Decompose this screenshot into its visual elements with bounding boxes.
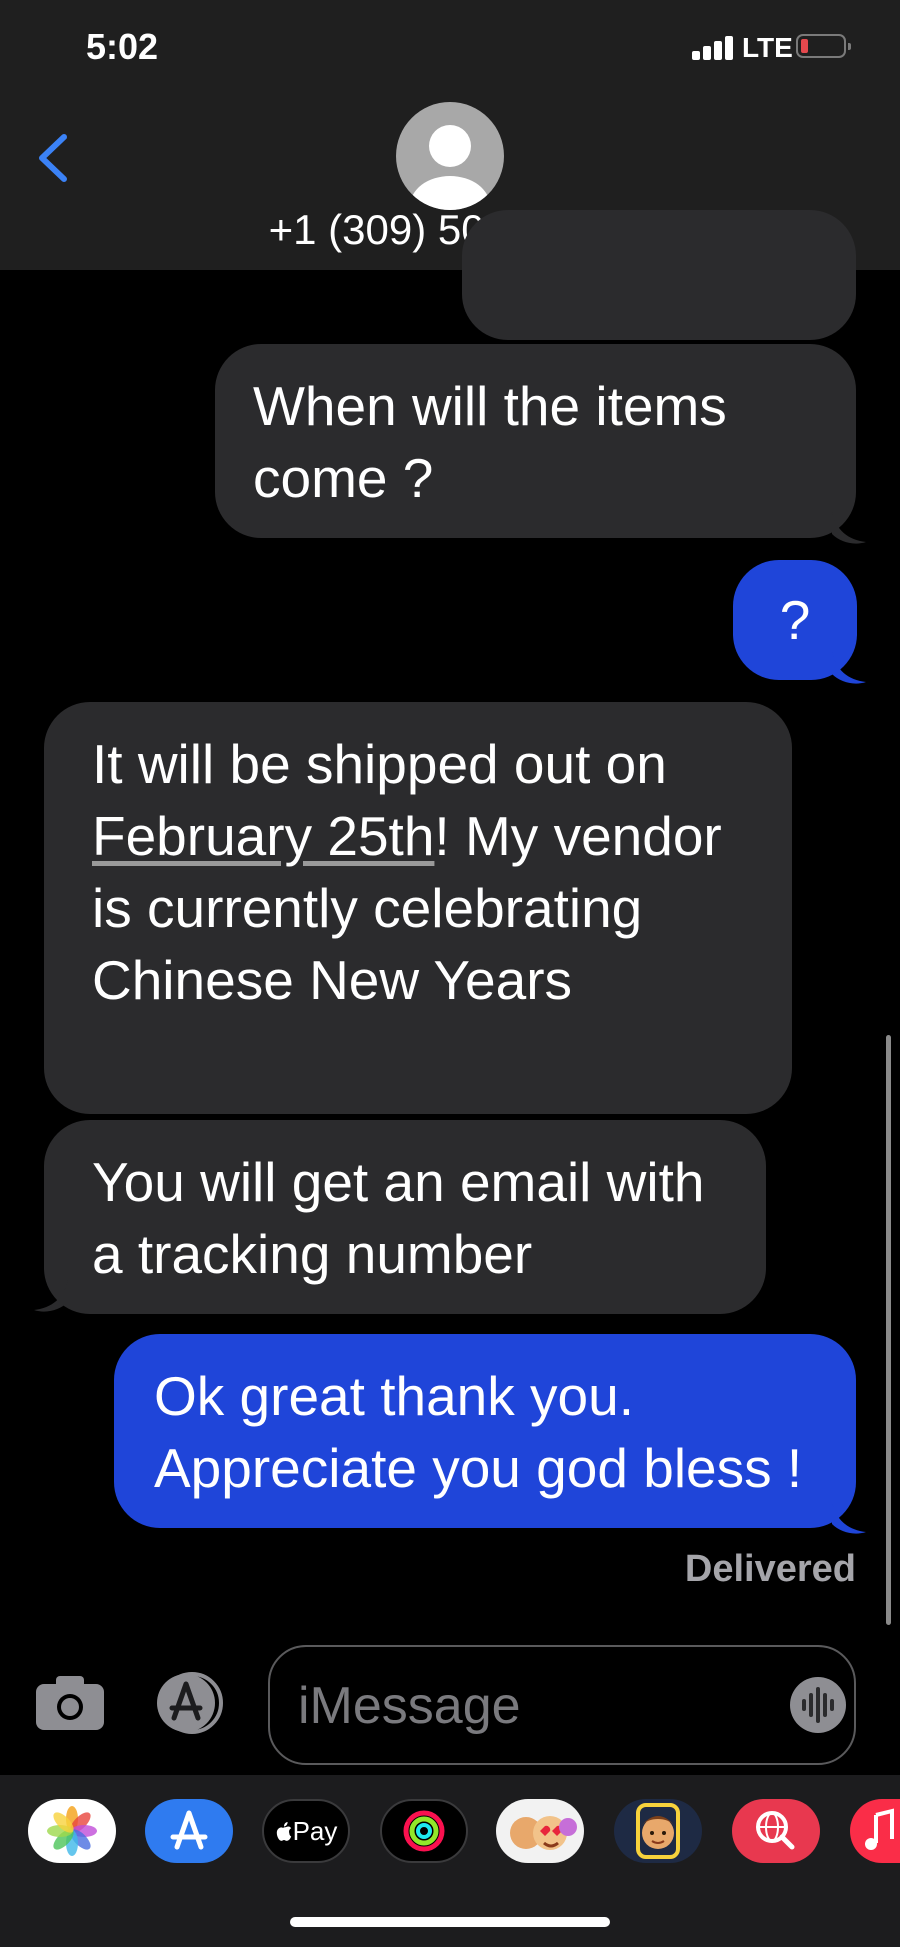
message-text: Ok great thank you. Appreciate you god b… (154, 1365, 803, 1499)
home-indicator[interactable] (290, 1917, 610, 1927)
music-icon (865, 1808, 894, 1850)
bubble-tail-icon (832, 1502, 866, 1534)
bubble-tail-icon (832, 512, 866, 544)
battery-icon (796, 34, 851, 58)
app-store-app-button[interactable] (145, 1799, 233, 1863)
message-text: When will the items come ? (253, 375, 727, 509)
network-type: LTE (742, 32, 793, 63)
music-app-button[interactable] (850, 1799, 900, 1863)
scrollbar[interactable] (886, 1035, 891, 1625)
web-search-app-button[interactable] (732, 1799, 820, 1863)
bubble-tail-icon (832, 652, 866, 684)
received-message-bubble[interactable]: It will be shipped out on February 25th!… (44, 702, 792, 1114)
contact-avatar[interactable] (396, 102, 504, 210)
message-text: You will get an email with a tracking nu… (92, 1151, 705, 1285)
message-text: ? (779, 589, 811, 651)
bubble-tail-icon (34, 1280, 68, 1312)
camera-button[interactable] (34, 1672, 106, 1732)
message-composer[interactable] (268, 1645, 856, 1765)
apple-pay-icon (276, 1822, 291, 1841)
memoji-app-button[interactable] (614, 1799, 702, 1863)
fitness-app-button[interactable] (380, 1799, 468, 1863)
memoji-stickers-app-button[interactable] (496, 1799, 584, 1863)
delivery-status: Delivered (684, 1548, 856, 1590)
memoji-stickers-icon (510, 1816, 577, 1850)
photos-icon (47, 1806, 97, 1856)
apps-button[interactable] (150, 1672, 230, 1734)
audio-message-button[interactable] (790, 1677, 846, 1733)
apple-pay-label: Pay (292, 1815, 338, 1846)
fitness-icon (403, 1810, 445, 1852)
sent-message-bubble[interactable]: When will the items come ? (215, 344, 856, 538)
camera-icon (36, 1676, 104, 1730)
web-search-icon (756, 1811, 795, 1850)
status-time: 5:02 (86, 26, 159, 67)
message-input[interactable] (296, 1671, 740, 1741)
cellular-signal-icon (692, 36, 734, 60)
app-store-icon (170, 1810, 208, 1850)
message-bubble-partial (462, 210, 856, 340)
app-store-icon (157, 1672, 223, 1734)
chevron-left-icon (39, 134, 67, 182)
apple-pay-app-button[interactable]: Pay (262, 1799, 350, 1863)
back-button[interactable] (28, 128, 78, 188)
message-text: It will be shipped out on (92, 733, 667, 795)
sent-message-bubble[interactable]: Ok great thank you. Appreciate you god b… (114, 1334, 856, 1528)
waveform-icon (802, 1687, 834, 1723)
received-message-bubble[interactable]: You will get an email with a tracking nu… (44, 1120, 766, 1314)
date-link[interactable]: February 25th (92, 805, 434, 867)
photos-app-button[interactable] (28, 1799, 116, 1863)
person-icon (410, 125, 490, 210)
memoji-icon (636, 1803, 680, 1859)
